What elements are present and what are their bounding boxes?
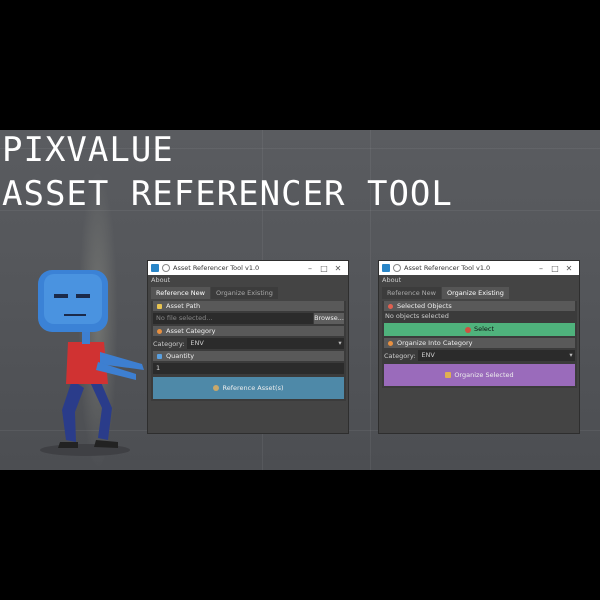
quantity-field[interactable]: 1	[153, 363, 344, 374]
category-label: Category:	[384, 351, 416, 360]
headline-title: ASSET REFERENCER TOOL	[2, 174, 453, 214]
tab-organize-existing[interactable]: Organize Existing	[441, 287, 509, 299]
maximize-icon[interactable]: □	[548, 264, 562, 273]
sort-icon	[388, 340, 393, 346]
hash-icon	[157, 353, 162, 359]
asset-category-header: Asset Category	[153, 326, 344, 336]
tab-reference-new[interactable]: Reference New	[382, 287, 441, 299]
tab-bar: Reference New Organize Existing	[151, 287, 346, 299]
button-label: Select	[473, 325, 495, 333]
button-label: Organize Selected	[454, 371, 514, 379]
window-title: Asset Referencer Tool v1.0	[173, 264, 260, 272]
asset-path-input[interactable]: No file selected...	[153, 313, 313, 324]
folder-icon	[157, 303, 162, 309]
target-icon	[388, 303, 393, 309]
category-row: Category: ENV ▾	[384, 350, 575, 361]
category-label: Category:	[153, 339, 185, 348]
section-label: Organize Into Category	[397, 339, 473, 347]
app-icon	[151, 264, 159, 272]
organize-panel: Selected Objects No objects selected Sel…	[382, 301, 577, 388]
organize-selected-button[interactable]: Organize Selected	[384, 364, 575, 386]
link-icon	[213, 385, 220, 391]
target-icon	[464, 326, 471, 333]
banner: PIXVALUE ASSET REFERENCER TOOL Asset Ref…	[0, 130, 600, 470]
folder-icon	[445, 372, 452, 378]
menu-about[interactable]: About	[379, 275, 579, 285]
tag-icon	[157, 328, 162, 334]
reference-assets-button[interactable]: Reference Asset(s)	[153, 377, 344, 399]
close-icon[interactable]: ✕	[562, 264, 576, 273]
section-label: Quantity	[166, 352, 195, 360]
category-dropdown[interactable]: ENV ▾	[418, 350, 575, 361]
category-row: Category: ENV ▾	[153, 338, 344, 349]
chevron-down-icon: ▾	[338, 339, 342, 347]
app-icon	[382, 264, 390, 272]
menu-about[interactable]: About	[148, 275, 348, 285]
category-value: ENV	[190, 339, 204, 347]
category-dropdown[interactable]: ENV ▾	[187, 338, 344, 349]
mascot-character-illustration	[38, 270, 144, 456]
chevron-down-icon: ▾	[569, 351, 573, 359]
close-icon[interactable]: ✕	[331, 264, 345, 273]
tab-bar: Reference New Organize Existing	[382, 287, 577, 299]
reference-new-window: Asset Referencer Tool v1.0 – □ ✕ About R…	[147, 260, 349, 434]
tab-reference-new[interactable]: Reference New	[151, 287, 210, 299]
minimize-icon[interactable]: –	[303, 264, 317, 273]
category-value: ENV	[421, 351, 435, 359]
quantity-header: Quantity	[153, 351, 344, 361]
select-button[interactable]: Select	[384, 323, 575, 336]
pin-icon	[162, 264, 170, 272]
tab-organize-existing[interactable]: Organize Existing	[210, 287, 278, 299]
pin-icon	[393, 264, 401, 272]
organize-category-header: Organize Into Category	[384, 338, 575, 348]
minimize-icon[interactable]: –	[534, 264, 548, 273]
section-label: Asset Category	[166, 327, 216, 335]
browse-button[interactable]: Browse...	[314, 313, 344, 324]
window-titlebar[interactable]: Asset Referencer Tool v1.0 – □ ✕	[379, 261, 579, 275]
window-titlebar[interactable]: Asset Referencer Tool v1.0 – □ ✕	[148, 261, 348, 275]
window-title: Asset Referencer Tool v1.0	[404, 264, 491, 272]
section-label: Selected Objects	[397, 302, 452, 310]
organize-existing-window: Asset Referencer Tool v1.0 – □ ✕ About R…	[378, 260, 580, 434]
asset-path-header: Asset Path	[153, 301, 344, 311]
selection-status: No objects selected	[385, 312, 449, 320]
button-label: Reference Asset(s)	[222, 384, 284, 392]
maximize-icon[interactable]: □	[317, 264, 331, 273]
section-label: Asset Path	[166, 302, 201, 310]
selected-objects-header: Selected Objects	[384, 301, 575, 311]
reference-panel: Asset Path No file selected... Browse...…	[151, 301, 346, 401]
quantity-row: 1	[153, 363, 344, 374]
headline-brand: PIXVALUE	[2, 130, 174, 170]
asset-path-row: No file selected... Browse...	[153, 313, 344, 324]
